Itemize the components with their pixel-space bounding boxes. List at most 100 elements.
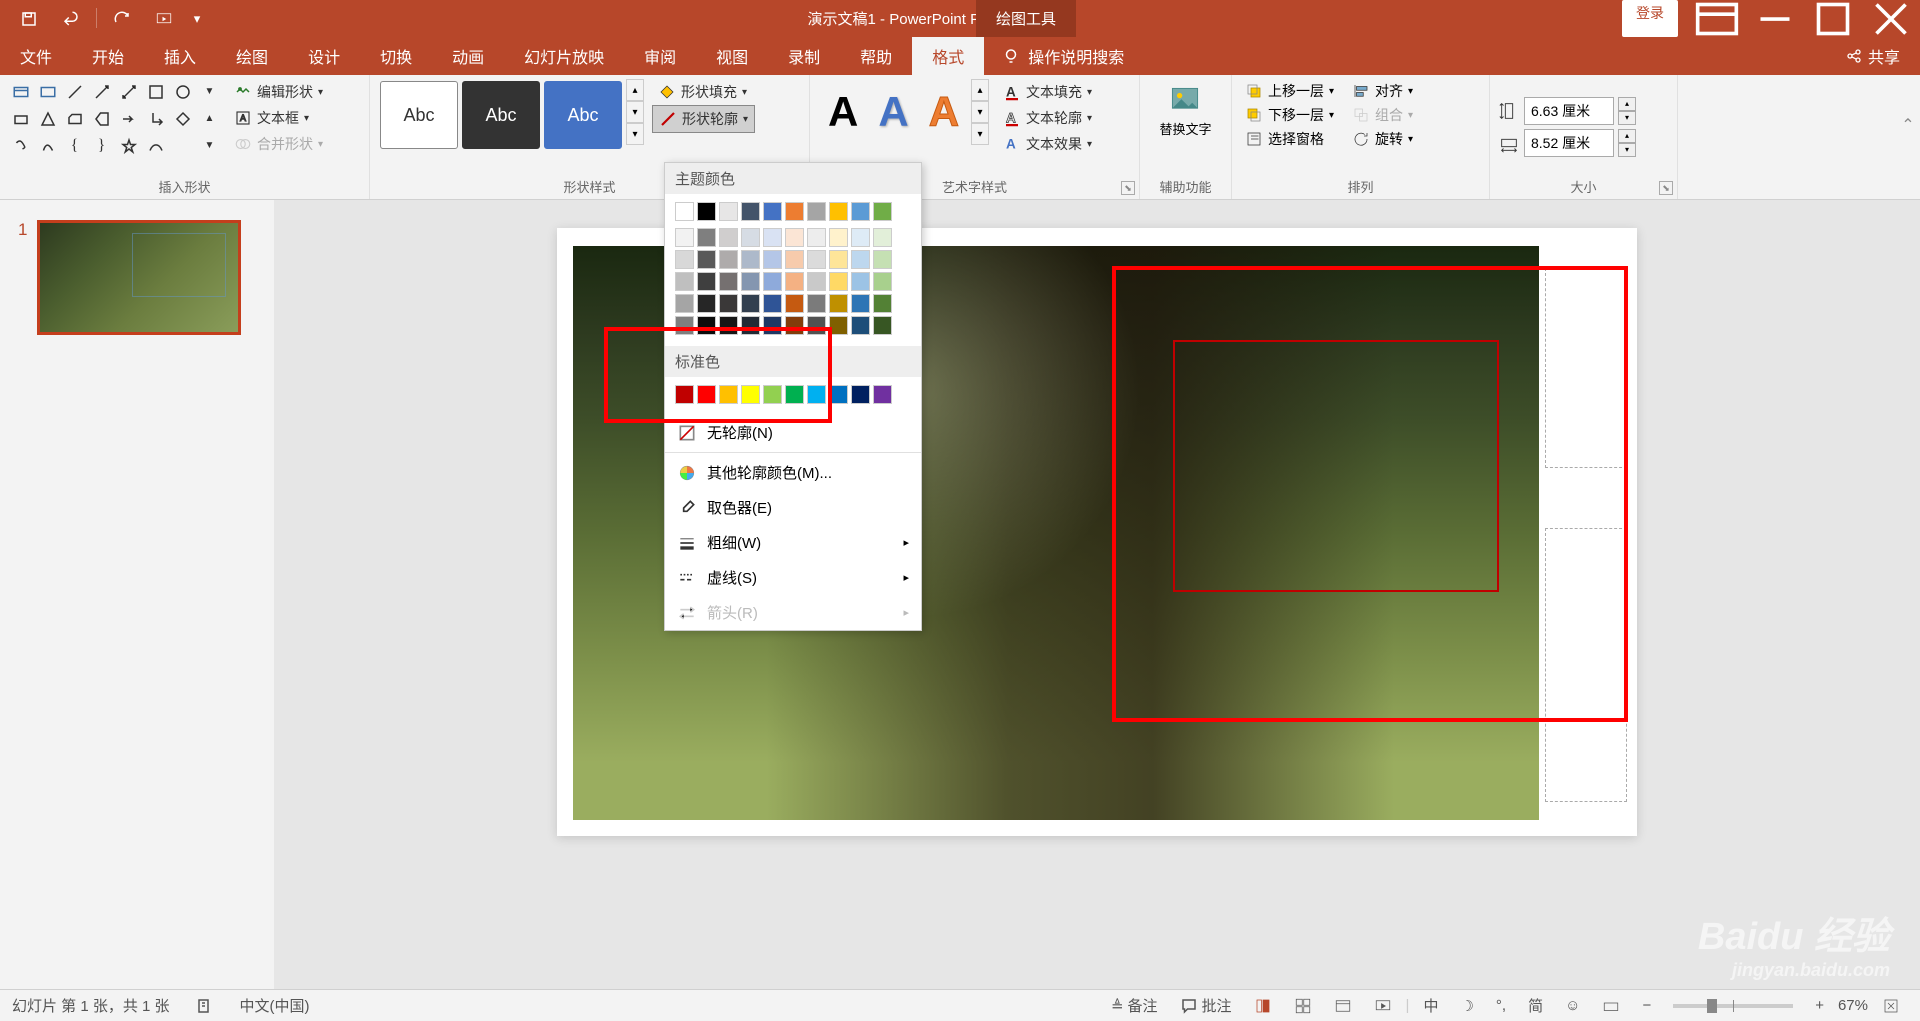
color-swatch[interactable]	[763, 272, 782, 291]
slideshow-button[interactable]	[1366, 995, 1400, 1017]
color-swatch[interactable]	[741, 250, 760, 269]
wordart-gallery-more[interactable]: ▾	[971, 123, 989, 145]
zoom-out-button[interactable]: −	[1634, 995, 1659, 1016]
tab-slideshow[interactable]: 幻灯片放映	[504, 37, 624, 75]
text-outline-button[interactable]: A文本轮廓 ▾	[997, 105, 1098, 131]
color-swatch[interactable]	[719, 294, 738, 313]
color-swatch[interactable]	[763, 202, 782, 221]
wordart-dialog-launcher[interactable]: ⬊	[1121, 181, 1135, 195]
collapse-ribbon-button[interactable]: ⌃	[1898, 75, 1918, 175]
style-gallery-more[interactable]: ▾	[626, 123, 644, 145]
color-swatch[interactable]	[807, 385, 826, 404]
color-swatch[interactable]	[697, 316, 716, 335]
zoom-in-button[interactable]: +	[1807, 995, 1832, 1016]
color-swatch[interactable]	[829, 228, 848, 247]
more-colors-item[interactable]: 其他轮廓颜色(M)...	[665, 455, 921, 490]
color-swatch[interactable]	[807, 228, 826, 247]
color-swatch[interactable]	[851, 250, 870, 269]
weight-item[interactable]: 粗细(W)▸	[665, 525, 921, 560]
spell-check-button[interactable]	[188, 995, 222, 1017]
height-down[interactable]: ▾	[1618, 111, 1636, 125]
color-swatch[interactable]	[763, 294, 782, 313]
shape-outline-button[interactable]: 形状轮廓 ▾	[652, 105, 755, 133]
zoom-slider[interactable]	[1673, 1004, 1793, 1008]
comments-button[interactable]: 批注	[1172, 993, 1240, 1018]
color-swatch[interactable]	[873, 228, 892, 247]
tab-format[interactable]: 格式	[912, 37, 984, 75]
save-button[interactable]	[8, 0, 50, 37]
color-swatch[interactable]	[763, 316, 782, 335]
slide-thumbnail-panel[interactable]: 1	[0, 200, 274, 1009]
redo-button[interactable]	[101, 0, 143, 37]
maximize-button[interactable]	[1804, 0, 1862, 37]
tab-file[interactable]: 文件	[0, 37, 72, 75]
color-swatch[interactable]	[697, 202, 716, 221]
height-up[interactable]: ▴	[1618, 97, 1636, 111]
width-up[interactable]: ▴	[1618, 129, 1636, 143]
color-swatch[interactable]	[829, 316, 848, 335]
tab-draw[interactable]: 绘图	[216, 37, 288, 75]
wordart-gallery-up[interactable]: ▴	[971, 79, 989, 101]
color-swatch[interactable]	[697, 228, 716, 247]
tab-view[interactable]: 视图	[696, 37, 768, 75]
shape-style-1[interactable]: Abc	[380, 81, 458, 149]
tab-insert[interactable]: 插入	[144, 37, 216, 75]
align-button[interactable]: 对齐 ▾	[1347, 79, 1418, 103]
login-button[interactable]: 登录	[1622, 0, 1678, 37]
color-swatch[interactable]	[741, 294, 760, 313]
color-swatch[interactable]	[807, 316, 826, 335]
color-swatch[interactable]	[785, 385, 804, 404]
slide-sorter-button[interactable]	[1286, 995, 1320, 1017]
color-swatch[interactable]	[741, 228, 760, 247]
no-outline-item[interactable]: 无轮廓(N)	[665, 415, 921, 450]
normal-view-button[interactable]	[1246, 995, 1280, 1017]
color-swatch[interactable]	[741, 272, 760, 291]
reading-view-button[interactable]	[1326, 995, 1360, 1017]
wordart-style-1[interactable]: A	[818, 88, 868, 136]
color-swatch[interactable]	[697, 385, 716, 404]
ime-face[interactable]: ☺	[1557, 995, 1588, 1016]
color-swatch[interactable]	[785, 272, 804, 291]
tell-me-search[interactable]: 操作说明搜索	[984, 44, 1142, 68]
color-swatch[interactable]	[785, 250, 804, 269]
color-swatch[interactable]	[807, 202, 826, 221]
ime-punctuation[interactable]: ☽	[1452, 995, 1481, 1017]
ime-punc2[interactable]: °,	[1488, 995, 1514, 1016]
minimize-button[interactable]	[1746, 0, 1804, 37]
rotate-button[interactable]: 旋转 ▾	[1347, 127, 1418, 151]
color-swatch[interactable]	[763, 228, 782, 247]
color-swatch[interactable]	[719, 202, 738, 221]
color-swatch[interactable]	[741, 316, 760, 335]
color-swatch[interactable]	[741, 202, 760, 221]
color-swatch[interactable]	[807, 250, 826, 269]
tab-transitions[interactable]: 切换	[360, 37, 432, 75]
text-box-button[interactable]: A文本框 ▾	[228, 105, 329, 131]
color-swatch[interactable]	[829, 250, 848, 269]
color-swatch[interactable]	[873, 316, 892, 335]
send-backward-button[interactable]: 下移一层 ▾	[1240, 103, 1339, 127]
color-swatch[interactable]	[741, 385, 760, 404]
color-swatch[interactable]	[697, 294, 716, 313]
dashes-item[interactable]: 虚线(S)▸	[665, 560, 921, 595]
color-swatch[interactable]	[873, 272, 892, 291]
width-down[interactable]: ▾	[1618, 143, 1636, 157]
language-indicator[interactable]: 中文(中国)	[240, 995, 310, 1016]
undo-button[interactable]	[50, 0, 92, 37]
shapes-gallery[interactable]: ▼ ▲ { } ▼	[8, 79, 222, 158]
customize-qat-button[interactable]: ▾	[185, 0, 209, 37]
wordart-style-3[interactable]: A	[919, 88, 969, 136]
width-input[interactable]	[1524, 129, 1614, 157]
title-placeholder[interactable]	[1545, 268, 1627, 468]
color-swatch[interactable]	[807, 294, 826, 313]
shape-style-2[interactable]: Abc	[462, 81, 540, 149]
color-swatch[interactable]	[697, 250, 716, 269]
color-swatch[interactable]	[829, 272, 848, 291]
shape-style-3[interactable]: Abc	[544, 81, 622, 149]
color-swatch[interactable]	[785, 228, 804, 247]
color-swatch[interactable]	[719, 272, 738, 291]
selection-pane-button[interactable]: 选择窗格	[1240, 127, 1339, 151]
color-swatch[interactable]	[851, 272, 870, 291]
color-swatch[interactable]	[851, 228, 870, 247]
color-swatch[interactable]	[675, 294, 694, 313]
style-gallery-down[interactable]: ▾	[626, 101, 644, 123]
